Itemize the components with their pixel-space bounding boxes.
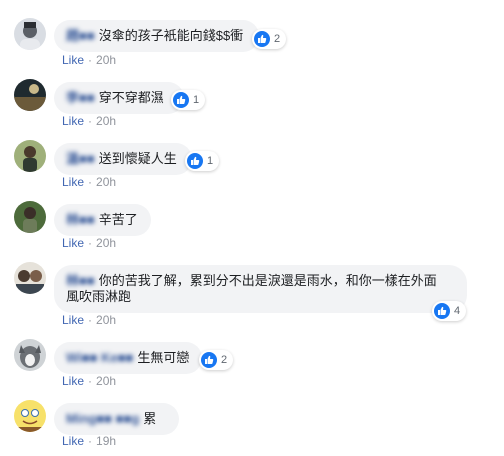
like-link[interactable]: Like xyxy=(62,313,84,327)
reaction-count[interactable]: 2 xyxy=(199,350,234,370)
commenter-name[interactable]: 李■■ xyxy=(66,90,95,106)
separator-dot: · xyxy=(88,374,93,388)
comment-bubble: 林■■ 你的苦我了解，累到分不出是淚還是雨水，和你一樣在外面 風吹雨淋跑 xyxy=(54,265,467,313)
separator-dot: · xyxy=(88,53,93,67)
comment-bubble: 林■■ 辛苦了 xyxy=(54,204,151,236)
comment-text: 送到懷疑人生 xyxy=(98,151,177,166)
timestamp[interactable]: 20h xyxy=(96,53,116,67)
comment-meta: Like · 20h xyxy=(62,114,116,128)
timestamp[interactable]: 20h xyxy=(96,313,116,327)
like-link[interactable]: Like xyxy=(62,114,84,128)
reaction-count[interactable]: 4 xyxy=(432,301,467,321)
comment-bubble: 溫■■ 送到懷疑人生 xyxy=(54,143,192,175)
reaction-count[interactable]: 1 xyxy=(171,90,206,110)
reaction-number: 4 xyxy=(454,305,461,317)
comment-meta: Like · 19h xyxy=(62,434,116,448)
thumbs-up-icon xyxy=(201,352,217,368)
timestamp[interactable]: 20h xyxy=(96,374,116,388)
comment-bubble: 趙■■ 沒傘的孩子衹能向錢$$衝 xyxy=(54,20,259,52)
separator-dot: · xyxy=(88,114,93,128)
comment-text: 生無可戀 xyxy=(137,350,190,365)
separator-dot: · xyxy=(88,434,93,448)
like-link[interactable]: Like xyxy=(62,236,84,250)
thumbs-up-icon xyxy=(187,153,203,169)
like-link[interactable]: Like xyxy=(62,175,84,189)
comment-bubble: Wi■■ Ke■■ 生無可戀 xyxy=(54,342,202,374)
reaction-number: 1 xyxy=(193,94,200,106)
comment-meta: Like · 20h xyxy=(62,53,116,67)
like-link[interactable]: Like xyxy=(62,374,84,388)
avatar[interactable] xyxy=(14,201,46,233)
reaction-number: 2 xyxy=(274,33,281,45)
avatar[interactable] xyxy=(14,18,46,50)
comment-meta: Like · 20h xyxy=(62,236,116,250)
comment-text: 沒傘的孩子衹能向錢$$衝 xyxy=(98,28,244,43)
comment-meta: Like · 20h xyxy=(62,374,116,388)
comment-bubble: Ming■■ ■■g 累 xyxy=(54,403,179,435)
separator-dot: · xyxy=(88,175,93,189)
commenter-name[interactable]: 林■■ xyxy=(66,212,95,228)
separator-dot: · xyxy=(88,236,93,250)
thumbs-up-icon xyxy=(254,31,270,47)
comment-text: 你的苦我了解，累到分不出是淚還是雨水，和你一樣在外面 xyxy=(98,273,437,288)
comment-text: 辛苦了 xyxy=(98,212,138,227)
comment-bubble: 李■■ 穿不穿都濕 xyxy=(54,82,184,114)
commenter-name[interactable]: 溫■■ xyxy=(66,151,95,167)
commenter-name[interactable]: Ming■■ ■■g xyxy=(66,411,139,427)
separator-dot: · xyxy=(88,313,93,327)
comment-text: 累 xyxy=(143,411,157,426)
commenter-name[interactable]: Wi■■ Ke■■ xyxy=(66,350,133,366)
thumbs-up-icon xyxy=(173,92,189,108)
comment-meta: Like · 20h xyxy=(62,175,116,189)
comment-meta: Like · 20h xyxy=(62,313,116,327)
avatar[interactable] xyxy=(14,262,46,294)
thumbs-up-icon xyxy=(434,303,450,319)
timestamp[interactable]: 19h xyxy=(96,434,116,448)
like-link[interactable]: Like xyxy=(62,53,84,67)
comment-text: 穿不穿都濕 xyxy=(98,90,164,105)
commenter-name[interactable]: 林■■ xyxy=(66,273,95,289)
like-link[interactable]: Like xyxy=(62,434,84,448)
reaction-count[interactable]: 1 xyxy=(185,151,220,171)
reaction-number: 2 xyxy=(221,354,228,366)
avatar[interactable] xyxy=(14,400,46,432)
reaction-number: 1 xyxy=(207,155,214,167)
comment-text-line2: 風吹雨淋跑 xyxy=(66,289,132,304)
commenter-name[interactable]: 趙■■ xyxy=(66,28,95,44)
timestamp[interactable]: 20h xyxy=(96,114,116,128)
avatar[interactable] xyxy=(14,140,46,172)
reaction-count[interactable]: 2 xyxy=(252,29,287,49)
avatar[interactable] xyxy=(14,339,46,371)
timestamp[interactable]: 20h xyxy=(96,236,116,250)
avatar[interactable] xyxy=(14,79,46,111)
timestamp[interactable]: 20h xyxy=(96,175,116,189)
